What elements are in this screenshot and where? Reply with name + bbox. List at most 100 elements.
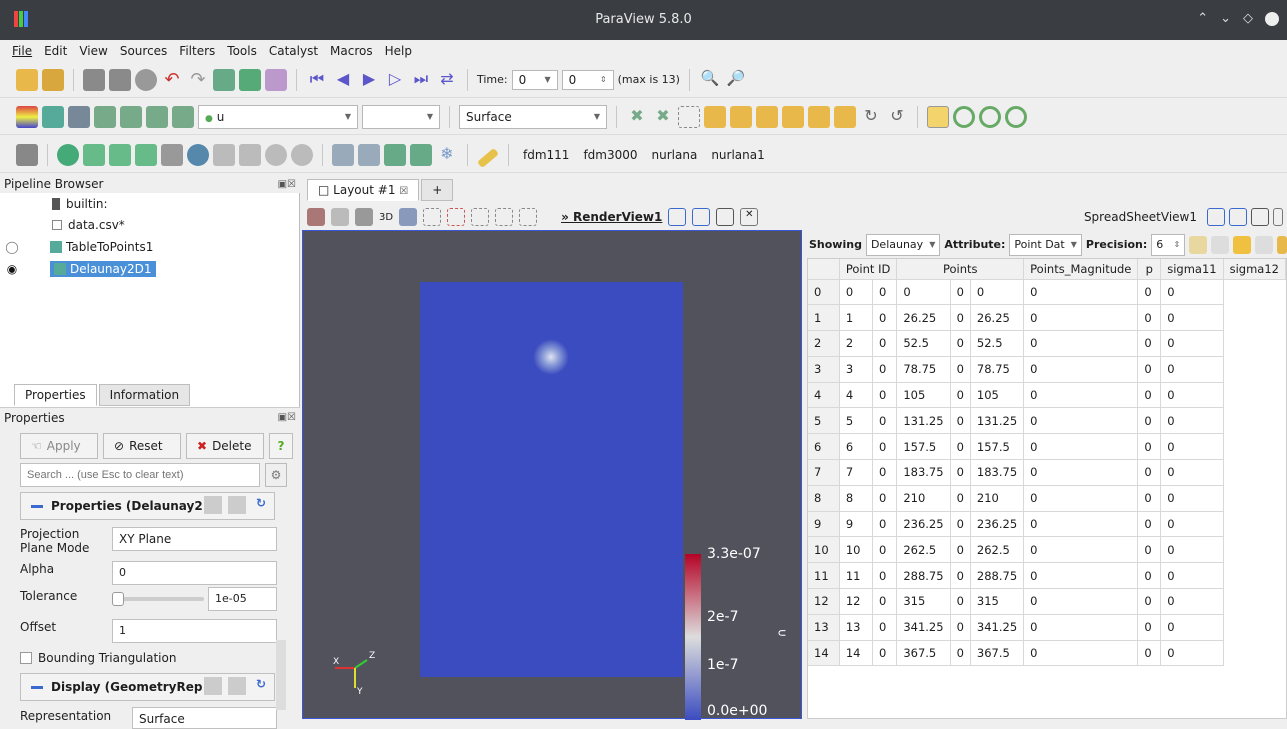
row-index-cell[interactable]: 4 (808, 382, 840, 409)
zoom-to-box-icon[interactable] (678, 105, 700, 128)
reset-camera-closest-icon[interactable]: ✖ (652, 106, 674, 128)
table-cell[interactable]: 2 (839, 330, 873, 357)
maximize-view-icon[interactable] (716, 208, 735, 226)
reset-button[interactable]: ⊘ Reset (103, 433, 181, 459)
toggle-cell-connectivity-icon[interactable] (1211, 235, 1230, 254)
precision-spinbox[interactable]: 6 ⇕ (1151, 233, 1186, 256)
menu-sources[interactable]: Sources (114, 44, 173, 58)
plot-data-icon[interactable] (358, 143, 380, 166)
select-polygon-icon[interactable] (519, 208, 538, 226)
table-cell[interactable]: 0 (1137, 562, 1162, 590)
table-cell[interactable]: 367.5 (896, 640, 951, 667)
first-frame-icon[interactable]: ⏮ (306, 69, 328, 91)
table-cell[interactable]: 0 (950, 536, 971, 564)
table-cell[interactable]: 0 (1160, 485, 1224, 512)
copy-icon[interactable] (204, 677, 222, 695)
table-cell[interactable]: 78.75 (896, 356, 951, 383)
add-layout-tab[interactable]: + (421, 179, 454, 201)
split-horizontal-icon[interactable] (668, 208, 687, 226)
reset-center-icon[interactable] (979, 105, 1001, 128)
table-cell[interactable]: 0 (1137, 640, 1162, 667)
pipeline-item-tabletopoints[interactable]: ◯ TableToPoints1 (0, 237, 300, 257)
table-cell[interactable]: 0 (1023, 511, 1139, 538)
paste-icon[interactable] (228, 496, 246, 514)
pick-center-icon[interactable] (1005, 105, 1027, 128)
table-cell[interactable]: 288.75 (970, 562, 1025, 590)
view-plus-z-icon[interactable] (808, 105, 830, 128)
camera-icon[interactable] (331, 208, 349, 226)
table-cell[interactable]: 0 (1160, 614, 1224, 641)
table-cell[interactable]: 0 (1160, 356, 1224, 383)
table-cell[interactable]: 26.25 (970, 304, 1025, 332)
calculator-icon[interactable] (16, 143, 38, 166)
table-row[interactable]: 1 1 0 26.25 0 26.25 0 0 0 (808, 304, 1286, 332)
table-cell[interactable]: 14 (839, 640, 873, 667)
table-cell[interactable]: 0 (872, 588, 898, 615)
table-cell[interactable]: 0 (1160, 382, 1224, 409)
row-index-cell[interactable]: 11 (808, 562, 840, 590)
table-cell[interactable]: 5 (839, 407, 873, 435)
table-cell[interactable]: 105 (970, 382, 1025, 409)
table-cell[interactable]: 183.75 (970, 459, 1025, 486)
table-cell[interactable]: 0 (950, 614, 971, 641)
color-palette-icon[interactable] (265, 68, 287, 91)
representation-select[interactable]: Surface ▼ (459, 104, 607, 129)
split-horizontal-icon[interactable] (1207, 208, 1225, 226)
table-cell[interactable]: 0 (1137, 382, 1162, 409)
table-cell[interactable]: 0 (950, 562, 971, 590)
row-index-cell[interactable]: 10 (808, 536, 840, 564)
table-cell[interactable]: 262.5 (896, 536, 951, 564)
row-index-cell[interactable]: 3 (808, 356, 840, 383)
table-cell[interactable]: 9 (839, 511, 873, 538)
properties-scrollbar[interactable] (276, 640, 286, 710)
snowflake-icon[interactable]: ❄ (436, 144, 458, 166)
table-cell[interactable]: 10 (839, 536, 873, 564)
table-cell[interactable]: 0 (950, 279, 971, 306)
table-row[interactable]: 000000000 (808, 279, 1286, 306)
tolerance-input[interactable]: 1e-05 (208, 587, 277, 611)
tolerance-slider[interactable] (112, 592, 204, 606)
select-block-icon[interactable] (495, 208, 514, 226)
advanced-gear-icon[interactable]: ⚙ (265, 463, 287, 487)
table-cell[interactable]: 0 (1160, 433, 1224, 461)
table-cell[interactable]: 0 (1023, 614, 1139, 641)
slice-icon[interactable] (109, 143, 131, 166)
table-cell[interactable]: 0 (872, 356, 898, 383)
table-cell[interactable]: 11 (839, 562, 873, 590)
table-cell[interactable]: 0 (1160, 304, 1224, 332)
visibility-on-icon[interactable]: ◉ (2, 262, 22, 276)
tab-properties[interactable]: Properties (14, 384, 97, 406)
column-header-points-magnitude[interactable]: Points_Magnitude (1023, 259, 1139, 280)
table-cell[interactable]: 0 (1023, 279, 1139, 306)
clip-icon[interactable] (83, 143, 105, 166)
table-cell[interactable]: 0 (1023, 536, 1139, 564)
table-cell[interactable]: 13 (839, 614, 873, 641)
table-cell[interactable]: 131.25 (896, 407, 951, 435)
split-vertical-icon[interactable] (692, 208, 711, 226)
disconnect-icon[interactable] (109, 68, 131, 91)
row-index-cell[interactable]: 0 (808, 279, 840, 306)
rescale-data-icon[interactable] (172, 105, 194, 128)
table-cell[interactable]: 7 (839, 459, 873, 486)
table-row[interactable]: 13 13 0 341.25 0 341.25 0 0 0 (808, 614, 1286, 641)
rescale-visible-icon[interactable] (120, 105, 142, 128)
menu-edit[interactable]: Edit (38, 44, 73, 58)
representation-select[interactable]: Surface (132, 707, 277, 729)
reset-camera-icon[interactable]: ✖ (626, 106, 648, 128)
view-minus-x-icon[interactable] (730, 105, 752, 128)
color-map-editor-icon[interactable] (16, 105, 38, 128)
table-cell[interactable]: 0 (872, 459, 898, 486)
contour-icon[interactable] (57, 143, 79, 166)
table-cell[interactable]: 52.5 (970, 330, 1025, 357)
menu-filters[interactable]: Filters (173, 44, 221, 58)
dock-buttons[interactable]: ▣☒ (278, 179, 296, 190)
column-header-sigma12[interactable]: sigma12 (1223, 259, 1286, 280)
previous-frame-icon[interactable]: ◀ (332, 69, 354, 91)
table-cell[interactable]: 0 (1160, 511, 1224, 538)
table-cell[interactable]: 0 (872, 330, 898, 357)
table-cell[interactable]: 236.25 (896, 511, 951, 538)
table-cell[interactable]: 288.75 (896, 562, 951, 590)
table-cell[interactable]: 0 (872, 536, 898, 564)
table-cell[interactable]: 12 (839, 588, 873, 615)
table-cell[interactable]: 367.5 (970, 640, 1025, 667)
